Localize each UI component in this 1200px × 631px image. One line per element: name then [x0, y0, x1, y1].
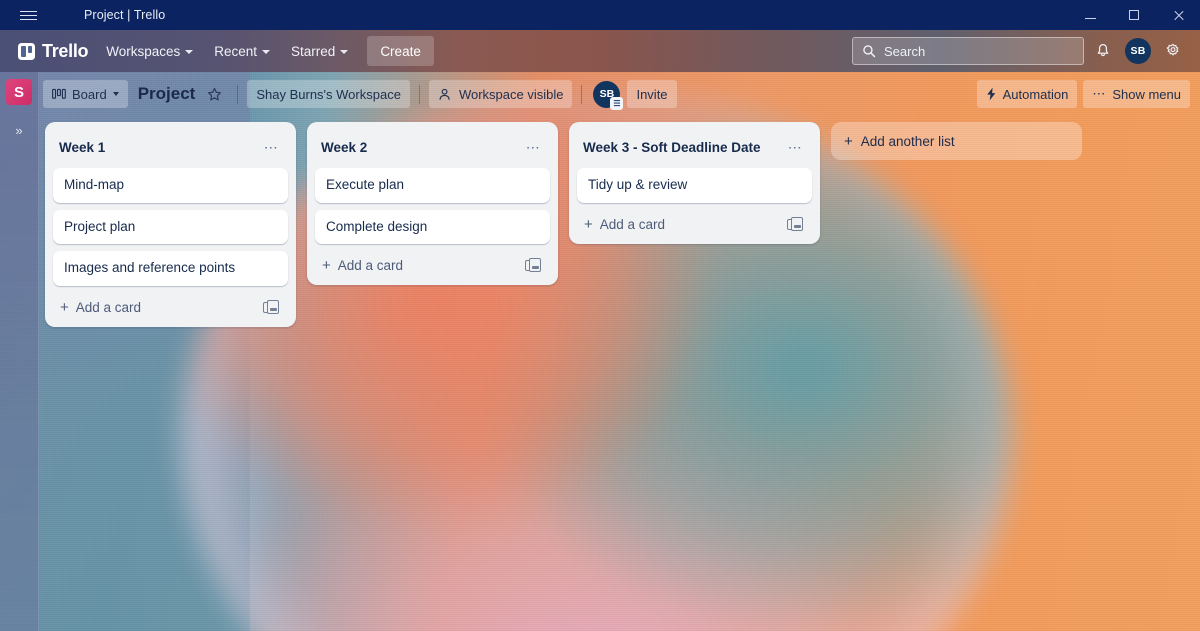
chevron-down-icon	[262, 49, 271, 54]
maximize-icon	[1129, 10, 1139, 20]
double-chevron-right-icon[interactable]: »	[6, 117, 32, 143]
nav-workspaces[interactable]: Workspaces	[97, 36, 202, 66]
create-button[interactable]: Create	[367, 36, 434, 66]
plus-icon: +	[844, 132, 853, 150]
card-template-icon[interactable]	[263, 299, 280, 315]
board-list: Week 2 ⋯ Execute plan Complete design + …	[307, 122, 558, 286]
nav-recent[interactable]: Recent	[205, 36, 279, 66]
window-title-bar: Project | Trello	[0, 0, 1200, 30]
gear-icon	[1166, 43, 1179, 56]
window-title: Project | Trello	[84, 8, 166, 22]
list-header: Week 1 ⋯	[49, 128, 292, 168]
list-actions-button[interactable]: ⋯	[782, 134, 808, 160]
add-another-list-button[interactable]: + Add another list	[831, 122, 1082, 160]
workspace-badge-icon: ☰	[610, 96, 624, 110]
automation-label: Automation	[1002, 86, 1069, 102]
trello-logo-icon	[18, 42, 35, 60]
people-icon	[439, 88, 450, 100]
add-card-button[interactable]: + Add a card	[60, 300, 263, 315]
automation-button[interactable]: Automation	[976, 80, 1078, 108]
header-divider	[237, 84, 239, 104]
card-template-icon[interactable]	[525, 258, 542, 273]
top-nav-right-group: Search SB	[852, 36, 1188, 66]
list-title[interactable]: Week 3 - Soft Deadline Date	[583, 140, 782, 155]
trello-app-window: Project | Trello Trello Workspaces Recen…	[0, 0, 1200, 631]
plus-icon: +	[584, 215, 593, 233]
board-list: Week 1 ⋯ Mind-map Project plan Images an…	[45, 122, 296, 327]
workspace-sidebar-rail: S »	[0, 72, 39, 631]
add-another-list-label: Add another list	[860, 133, 955, 149]
close-icon	[1173, 10, 1184, 21]
nav-recent-label: Recent	[214, 43, 258, 59]
list-actions-button[interactable]: ⋯	[520, 134, 546, 160]
hamburger-menu-icon[interactable]	[0, 0, 56, 30]
add-card-row[interactable]: + Add a card	[53, 293, 288, 323]
settings-button[interactable]	[1158, 36, 1188, 66]
add-card-label: Add a card	[75, 299, 142, 315]
workspace-logo[interactable]: S	[6, 79, 32, 105]
search-input[interactable]: Search	[852, 37, 1084, 65]
board-visibility-label: Workspace visible	[458, 86, 564, 102]
workspace-name-chip[interactable]: Shay Burns's Workspace	[247, 80, 410, 108]
board-card[interactable]: Execute plan	[315, 168, 550, 203]
card-template-icon[interactable]	[787, 216, 804, 232]
minimize-icon	[1084, 17, 1096, 19]
trello-home-link[interactable]: Trello	[12, 41, 94, 62]
nav-starred[interactable]: Starred	[282, 36, 357, 66]
bell-icon	[1097, 43, 1109, 57]
list-header: Week 3 - Soft Deadline Date ⋯	[573, 128, 816, 168]
add-card-label: Add a card	[599, 216, 666, 232]
search-placeholder: Search	[884, 43, 926, 59]
star-board-button[interactable]	[201, 81, 228, 108]
header-divider	[581, 84, 583, 104]
header-divider	[418, 84, 420, 104]
add-card-button[interactable]: + Add a card	[584, 217, 787, 232]
window-controls	[1068, 0, 1200, 30]
board-lists-container: Week 1 ⋯ Mind-map Project plan Images an…	[39, 114, 1200, 631]
board-list: Week 3 - Soft Deadline Date ⋯ Tidy up & …	[569, 122, 820, 244]
board-card[interactable]: Project plan	[53, 209, 288, 245]
ellipsis-icon: ⋯	[1092, 86, 1107, 101]
minimize-button[interactable]	[1068, 0, 1112, 30]
brand-name: Trello	[42, 40, 89, 61]
board-view-switcher[interactable]: Board	[43, 80, 128, 108]
add-card-row[interactable]: + Add a card	[577, 210, 812, 240]
chevron-down-icon	[340, 49, 349, 54]
board-columns-icon	[52, 88, 66, 99]
board-visibility-button[interactable]: Workspace visible	[428, 80, 573, 108]
lightning-bolt-icon	[986, 87, 995, 101]
board-card[interactable]: Complete design	[315, 209, 550, 245]
board-view-label: Board	[72, 86, 107, 102]
board-card[interactable]: Tidy up & review	[577, 168, 812, 203]
search-icon	[863, 45, 876, 58]
chevron-down-icon	[185, 49, 194, 54]
list-actions-button[interactable]: ⋯	[258, 134, 284, 160]
board-header: Board Project Shay Burns's Workspace Wor…	[39, 74, 1200, 114]
show-menu-button[interactable]: ⋯ Show menu	[1083, 80, 1190, 108]
add-card-button[interactable]: + Add a card	[322, 258, 525, 273]
chevron-down-icon	[112, 92, 119, 96]
page-title[interactable]: Project	[138, 84, 196, 104]
invite-button[interactable]: Invite	[627, 80, 677, 108]
plus-icon: +	[322, 257, 331, 275]
trello-top-navigation: Trello Workspaces Recent Starred Create …	[0, 30, 1200, 72]
show-menu-label: Show menu	[1112, 86, 1181, 102]
nav-starred-label: Starred	[291, 43, 336, 59]
board-card[interactable]: Images and reference points	[53, 251, 288, 286]
nav-workspaces-label: Workspaces	[106, 43, 181, 59]
star-icon	[208, 87, 222, 100]
maximize-button[interactable]	[1112, 0, 1156, 30]
add-card-row[interactable]: + Add a card	[315, 251, 550, 281]
board-member-avatar[interactable]: SB ☰	[593, 80, 624, 110]
list-title[interactable]: Week 2	[321, 140, 520, 155]
close-button[interactable]	[1156, 0, 1200, 30]
user-avatar[interactable]: SB	[1125, 38, 1151, 64]
add-card-label: Add a card	[337, 258, 404, 274]
list-header: Week 2 ⋯	[311, 128, 554, 168]
list-title[interactable]: Week 1	[59, 140, 258, 155]
board-card[interactable]: Mind-map	[53, 168, 288, 203]
notifications-button[interactable]	[1088, 36, 1118, 66]
board-header-actions: Automation ⋯ Show menu	[976, 80, 1190, 108]
plus-icon: +	[60, 298, 69, 316]
